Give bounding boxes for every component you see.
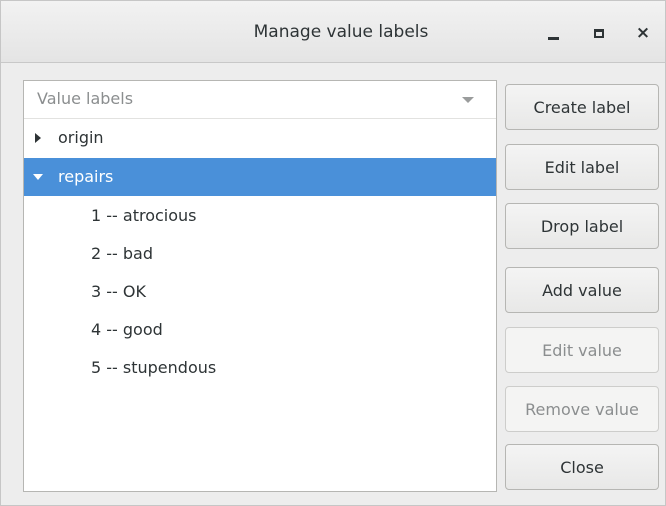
close-window-button[interactable]: × <box>629 19 657 47</box>
close-icon: × <box>635 22 651 43</box>
value-labels-tree[interactable]: Value labels origin repairs 1 -- atrocio… <box>23 80 497 492</box>
create-label-button[interactable]: Create label <box>505 84 659 130</box>
maximize-icon <box>594 28 604 38</box>
expand-icon[interactable] <box>32 119 44 157</box>
tree-row-label: 2 -- bad <box>91 244 154 263</box>
tree-row-value[interactable]: 1 -- atrocious <box>24 197 496 235</box>
chevron-down-icon <box>462 97 474 103</box>
tree-row-repairs[interactable]: repairs <box>24 158 496 196</box>
edit-value-button[interactable]: Edit value <box>505 327 659 373</box>
tree-row-label: origin <box>58 128 104 147</box>
tree-row-label: 3 -- OK <box>91 282 146 301</box>
tree-row-origin[interactable]: origin <box>24 119 496 157</box>
tree-row-label: repairs <box>58 167 114 186</box>
collapse-icon[interactable] <box>32 158 44 196</box>
minimize-icon <box>547 36 559 40</box>
add-value-button[interactable]: Add value <box>505 267 659 313</box>
tree-row-label: 4 -- good <box>91 320 163 339</box>
remove-value-button[interactable]: Remove value <box>505 386 659 432</box>
dialog-content: Value labels origin repairs 1 -- atrocio… <box>1 63 665 505</box>
title-bar[interactable]: Manage value labels × <box>1 1 665 63</box>
drop-label-button[interactable]: Drop label <box>505 203 659 249</box>
column-header-label: Value labels <box>37 89 134 108</box>
minimize-button[interactable] <box>539 19 567 47</box>
edit-label-button[interactable]: Edit label <box>505 144 659 190</box>
tree-row-value[interactable]: 5 -- stupendous <box>24 349 496 387</box>
tree-row-value[interactable]: 3 -- OK <box>24 273 496 311</box>
close-button[interactable]: Close <box>505 444 659 490</box>
tree-row-label: 1 -- atrocious <box>91 206 197 225</box>
manage-value-labels-window: Manage value labels × Value labels origi… <box>0 0 666 506</box>
tree-row-label: 5 -- stupendous <box>91 358 217 377</box>
tree-row-value[interactable]: 2 -- bad <box>24 235 496 273</box>
maximize-button[interactable] <box>585 19 613 47</box>
tree-column-header[interactable]: Value labels <box>24 81 496 119</box>
tree-row-value[interactable]: 4 -- good <box>24 311 496 349</box>
